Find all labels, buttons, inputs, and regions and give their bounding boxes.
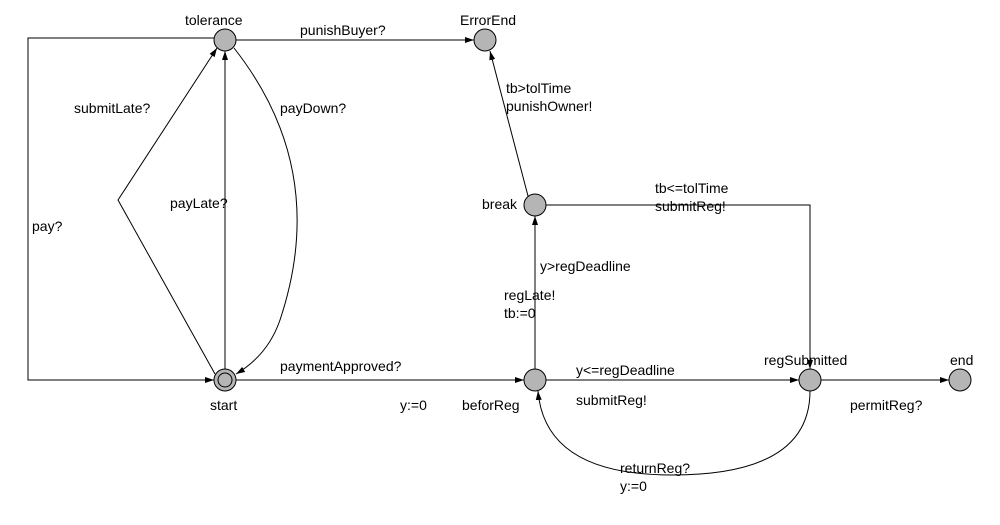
label-pay: pay? — [32, 218, 62, 236]
state-end — [949, 369, 971, 391]
state-start — [214, 369, 236, 391]
label-beforreg: beforReg — [462, 397, 520, 415]
label-paymentapproved: paymentApproved? — [280, 358, 401, 376]
state-errorend — [474, 29, 496, 51]
label-tb-le: tb<=tolTime — [655, 180, 728, 198]
label-y-gt: y>regDeadline — [540, 258, 631, 276]
label-regsubmitted: regSubmitted — [764, 352, 847, 370]
label-end: end — [950, 352, 973, 370]
label-submitreg2: submitReg! — [576, 392, 647, 410]
diagram-canvas — [0, 0, 1000, 525]
state-beforreg — [524, 369, 546, 391]
label-tb-gt: tb>tolTime — [506, 80, 571, 98]
label-errorend: ErrorEnd — [460, 12, 516, 30]
label-tolerance: tolerance — [185, 12, 243, 30]
label-returnreg: returnReg? — [620, 460, 690, 478]
label-reglate: regLate! — [504, 287, 555, 305]
label-submitlate: submitLate? — [74, 100, 150, 118]
label-y0-1: y:=0 — [400, 397, 427, 415]
label-paydown: payDown? — [280, 100, 346, 118]
label-tb0: tb:=0 — [504, 305, 536, 323]
label-break: break — [482, 196, 517, 214]
label-y0-2: y:=0 — [620, 478, 647, 496]
label-paylate: payLate? — [170, 195, 228, 213]
label-punishbuyer: punishBuyer? — [300, 22, 386, 40]
edge-tolerance-start-paydown — [234, 48, 297, 374]
label-permitreg: permitReg? — [850, 397, 922, 415]
label-y-le: y<=regDeadline — [576, 362, 675, 380]
state-regsubmitted — [799, 369, 821, 391]
edge-break-regsubmitted — [546, 205, 810, 369]
label-punishowner: punishOwner! — [506, 98, 592, 116]
label-submitreg1: submitReg! — [655, 198, 726, 216]
state-tolerance — [214, 29, 236, 51]
label-start: start — [210, 397, 237, 415]
edge-break-errorend — [490, 51, 528, 196]
state-break — [524, 194, 546, 216]
